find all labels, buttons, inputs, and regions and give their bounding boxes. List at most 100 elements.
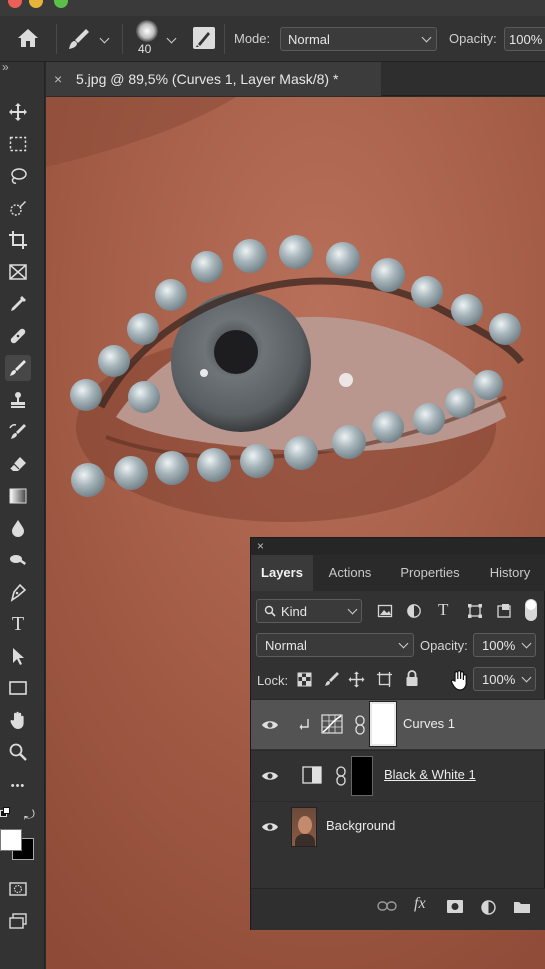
brush-settings-panel-icon[interactable] (193, 27, 215, 49)
hand-icon[interactable] (5, 707, 31, 733)
chain-link-icon[interactable] (354, 715, 366, 735)
fill-input[interactable]: 100% (473, 667, 536, 691)
layer-row-black-white[interactable]: Black & White 1 (251, 750, 545, 800)
mode-dropdown[interactable]: Normal (280, 27, 437, 51)
layer-name: Background (326, 818, 396, 833)
layer-name: Curves 1 (403, 716, 456, 731)
lock-position-icon[interactable] (348, 671, 365, 688)
visibility-eye-icon[interactable] (261, 767, 279, 785)
mode-chevron-icon (421, 32, 432, 43)
filter-toggle[interactable] (525, 599, 537, 621)
layer-opacity-input[interactable]: 100% (473, 633, 536, 657)
layer-mask-thumbnail[interactable] (351, 756, 373, 796)
tab-properties[interactable]: Properties (387, 555, 473, 591)
zoom-window-button[interactable] (54, 0, 68, 8)
filter-value: Kind (281, 604, 308, 619)
fill-chevron-icon (521, 672, 532, 683)
adjustment-layer-icon[interactable] (480, 899, 497, 916)
blend-mode-value: Normal (265, 638, 307, 653)
tab-layers[interactable]: Layers (251, 555, 313, 591)
fx-icon[interactable]: fx (414, 895, 426, 913)
filter-type-icon[interactable]: T (438, 600, 448, 620)
visibility-eye-icon[interactable] (261, 818, 279, 836)
swap-colors-icon[interactable]: ⤾ (24, 807, 35, 823)
foreground-color-swatch[interactable] (0, 829, 22, 851)
opacity-value: 100% (509, 32, 543, 47)
lock-all-icon[interactable] (405, 670, 419, 687)
document-tab-bar: × 5.jpg @ 89,5% (Curves 1, Layer Mask/8)… (46, 62, 545, 96)
dodge-icon[interactable] (5, 547, 31, 573)
blur-icon[interactable] (5, 515, 31, 541)
filter-smart-object-icon[interactable] (496, 603, 512, 619)
layer-row-curves[interactable]: Curves 1 (251, 699, 545, 749)
pen-icon[interactable] (5, 579, 31, 605)
opacity-label: Opacity: (449, 31, 497, 46)
visibility-eye-icon[interactable] (261, 716, 279, 734)
brush-size-chevron-icon[interactable] (166, 33, 177, 44)
lock-transparent-icon[interactable] (297, 672, 312, 687)
history-brush-icon[interactable] (5, 419, 31, 445)
eyedropper-icon[interactable] (5, 291, 31, 317)
add-mask-icon[interactable] (446, 899, 464, 914)
lock-label: Lock: (257, 673, 289, 688)
lock-pixels-icon[interactable] (324, 671, 340, 687)
new-group-icon[interactable] (513, 899, 531, 914)
mode-value: Normal (288, 32, 330, 47)
filter-pixel-icon[interactable] (377, 603, 393, 619)
frame-icon[interactable] (5, 259, 31, 285)
close-window-button[interactable] (8, 0, 22, 8)
blend-mode-dropdown[interactable]: Normal (256, 633, 414, 657)
layer-filter-dropdown[interactable]: Kind (256, 599, 362, 623)
options-bar: 40 Mode: Normal Opacity: 100% (0, 16, 545, 62)
marquee-icon[interactable] (5, 131, 31, 157)
tab-history[interactable]: History (475, 555, 545, 591)
black-white-adjustment-icon (302, 766, 322, 784)
rectangle-icon[interactable] (5, 675, 31, 701)
layer-thumbnail[interactable] (291, 807, 317, 847)
tools-panel: » T ••• ⤾ (0, 60, 45, 969)
brush-tip-preview-icon[interactable] (136, 20, 158, 42)
tab-actions[interactable]: Actions (315, 555, 385, 591)
toolbar-collapse-icon[interactable]: » (2, 60, 9, 74)
home-icon[interactable] (16, 27, 40, 52)
close-panel-icon[interactable]: × (257, 539, 264, 553)
zoom-icon[interactable] (5, 739, 31, 765)
gradient-icon[interactable] (5, 483, 31, 509)
screen-mode-icon[interactable] (5, 908, 31, 934)
document-title: 5.jpg @ 89,5% (Curves 1, Layer Mask/8) * (76, 71, 339, 87)
brush-preset-icon[interactable] (66, 26, 92, 55)
search-icon (264, 605, 276, 617)
photoshop-window: 40 Mode: Normal Opacity: 100% » T ••• ⤾ … (0, 0, 545, 969)
default-colors-icon[interactable] (0, 807, 10, 817)
lasso-icon[interactable] (5, 163, 31, 189)
crop-icon[interactable] (5, 227, 31, 253)
layer-mask-thumbnail[interactable] (369, 701, 397, 747)
quick-select-icon[interactable] (5, 195, 31, 221)
more-tools-icon[interactable]: ••• (5, 773, 31, 799)
lock-artboard-icon[interactable] (376, 671, 393, 688)
fill-value: 100% (482, 672, 516, 687)
quick-mask-icon[interactable] (5, 876, 31, 902)
document-tab[interactable]: × 5.jpg @ 89,5% (Curves 1, Layer Mask/8)… (46, 62, 381, 96)
brush-preset-chevron-icon[interactable] (99, 33, 110, 44)
chain-link-icon[interactable] (335, 766, 347, 786)
close-document-icon[interactable]: × (54, 71, 62, 87)
blend-chevron-icon (398, 638, 409, 649)
stamp-icon[interactable] (5, 387, 31, 413)
eraser-icon[interactable] (5, 451, 31, 477)
brush-icon[interactable] (5, 355, 31, 381)
move-icon[interactable] (5, 99, 31, 125)
layer-row-background[interactable]: Background (251, 801, 545, 851)
opacity-chevron-icon (521, 638, 532, 649)
opacity-input[interactable]: 100% (504, 27, 545, 51)
path-select-icon[interactable] (5, 643, 31, 669)
layer-opacity-value: 100% (482, 638, 516, 653)
layers-panel-footer: fx (251, 888, 545, 930)
type-icon[interactable]: T (5, 611, 31, 637)
layers-panel: × Layers Actions Properties History Kind… (250, 537, 545, 930)
healing-icon[interactable] (5, 323, 31, 349)
link-layers-icon[interactable] (377, 899, 397, 913)
filter-adjustment-icon[interactable] (406, 603, 422, 619)
filter-shape-icon[interactable] (467, 603, 483, 619)
minimize-window-button[interactable] (29, 0, 43, 8)
